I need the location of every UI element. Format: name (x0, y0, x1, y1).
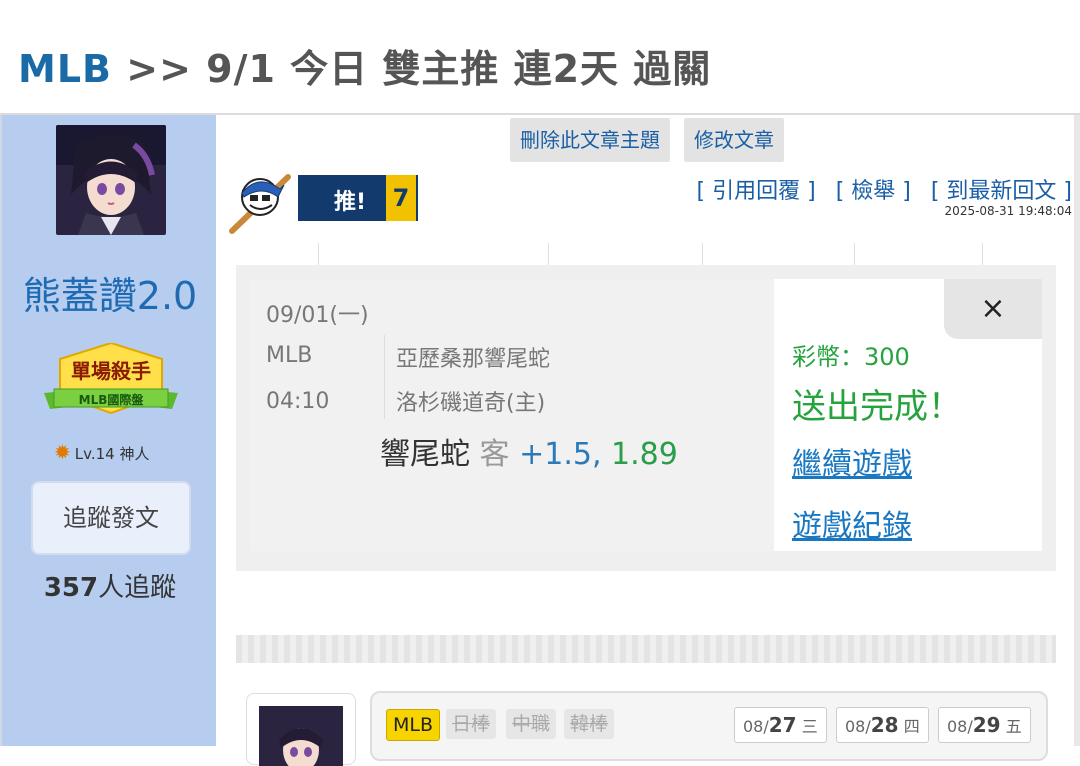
schedule-bar: MLB 日棒 中職 韓棒 08/27 三 08/28 四 08/29 五 (370, 691, 1048, 761)
edit-post-button[interactable]: 修改文章 (684, 118, 784, 162)
league-tag-mlb[interactable]: MLB (386, 709, 441, 741)
latest-reply-link[interactable]: [ 到最新回文 ] (931, 179, 1072, 204)
title-league: MLB (18, 47, 112, 91)
level-text: Lv.14 神人 (74, 445, 150, 463)
bet-card: 09/01(一) MLB 04:10 亞歷桑那響尾蛇 洛杉磯道奇(主) 響尾蛇 … (250, 279, 1042, 551)
badge-subtitle: MLB國際盤 (78, 393, 144, 407)
push-button[interactable]: 推! 7 (229, 173, 418, 234)
bet-result: × 彩幣：300 送出完成！ 繼續遊戲 遊戲紀錄 (774, 279, 1042, 551)
avatar[interactable] (56, 125, 166, 235)
game-date: 09/01(一) (266, 303, 369, 328)
badge-icon: 單場殺手 MLB國際盤 (44, 343, 178, 425)
pick-line: 響尾蛇 客 +1.5, 1.89 (380, 429, 678, 473)
followers-number: 357 (43, 573, 99, 603)
day-button[interactable]: 08/28 四 (836, 707, 929, 743)
day-button[interactable]: 08/29 五 (938, 707, 1031, 743)
continue-game-link[interactable]: 繼續遊戲 (792, 439, 912, 483)
author-sidebar: 熊蓋讚2.0 單場殺手 MLB國際盤 ✹ Lv.14 神人 追蹤發文 357人追蹤 (0, 115, 216, 746)
league-tag-npb[interactable]: 日棒 (446, 709, 497, 739)
push-badge: 推! 7 (298, 175, 418, 221)
post-date: 2025-08-31 19:48:04 (944, 204, 1072, 218)
user-level: ✹ Lv.14 神人 (54, 440, 149, 464)
team-home: 洛杉磯道奇(主) (396, 391, 546, 416)
push-label: 推! (334, 190, 367, 215)
followers-count: 357人追蹤 (2, 567, 218, 604)
coins-text: 彩幣：300 (792, 343, 910, 371)
sent-status: 送出完成！ (792, 387, 962, 427)
followers-suffix: 人追蹤 (98, 573, 177, 603)
league-tag-cpbl[interactable]: 中職 (506, 709, 557, 739)
day-button[interactable]: 08/27 三 (734, 707, 827, 743)
report-link[interactable]: [ 檢舉 ] (836, 179, 911, 204)
game-league: MLB (266, 343, 313, 368)
pick-handicap: +1.5, (519, 437, 602, 472)
game-records-link[interactable]: 遊戲紀錄 (792, 501, 912, 545)
sun-icon: ✹ (54, 440, 71, 464)
league-tag-kbo[interactable]: 韓棒 (564, 709, 615, 739)
tab-strip (236, 243, 1056, 266)
pick-odds: 1.89 (611, 437, 678, 472)
push-count: 7 (386, 175, 416, 221)
badge-title: 單場殺手 (71, 359, 151, 383)
title-text: >> 9/1 今日 雙主推 連2天 過關 (126, 47, 712, 91)
section-divider (236, 635, 1056, 663)
pick-team: 響尾蛇 (380, 437, 470, 472)
reply-avatar[interactable] (246, 693, 356, 766)
page-title: MLB >> 9/1 今日 雙主推 連2天 過關 (18, 38, 711, 94)
delete-topic-button[interactable]: 刪除此文章主題 (510, 118, 670, 162)
team-away: 亞歷桑那響尾蛇 (396, 347, 551, 372)
close-icon[interactable]: × (944, 279, 1042, 339)
post-links: [ 引用回覆 ] [ 檢舉 ] [ 到最新回文 ] (677, 173, 1072, 205)
right-border (1074, 115, 1080, 746)
divider (384, 335, 385, 419)
game-time: 04:10 (266, 389, 330, 414)
username[interactable]: 熊蓋讚2.0 (2, 265, 218, 320)
baseball-mascot-icon (229, 174, 291, 234)
quote-reply-link[interactable]: [ 引用回覆 ] (697, 179, 816, 204)
bet-popup-overlay: 09/01(一) MLB 04:10 亞歷桑那響尾蛇 洛杉磯道奇(主) 響尾蛇 … (236, 265, 1056, 571)
bet-details: 09/01(一) MLB 04:10 亞歷桑那響尾蛇 洛杉磯道奇(主) 響尾蛇 … (250, 279, 774, 551)
pick-side: 客 (479, 437, 510, 472)
follow-button[interactable]: 追蹤發文 (31, 481, 191, 555)
post-main: 刪除此文章主題 修改文章 推! 7 [ 引用回覆 ] [ 檢舉 ] [ 到最新回文 … (216, 115, 1080, 766)
